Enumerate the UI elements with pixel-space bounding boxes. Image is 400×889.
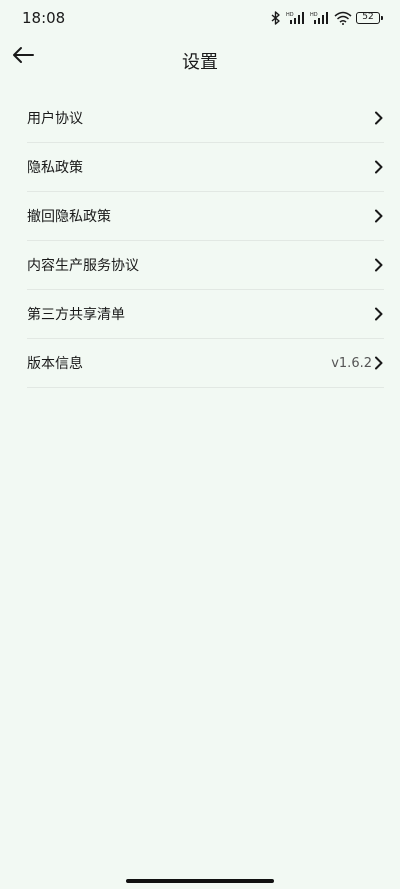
signal-hd-icon: HD [310, 11, 330, 25]
menu-item-label: 版本信息 [27, 356, 83, 372]
menu-item-label: 隐私政策 [27, 160, 83, 176]
chevron-right-icon [374, 307, 384, 321]
wifi-icon [334, 11, 352, 25]
page-title: 设置 [182, 52, 218, 73]
header: 设置 [0, 36, 400, 82]
chevron-right-icon [374, 209, 384, 223]
svg-text:HD: HD [286, 12, 294, 18]
chevron-right-icon [374, 356, 384, 370]
version-value: v1.6.2 [331, 355, 372, 371]
bluetooth-icon [270, 11, 282, 25]
status-bar: 18:08 HD HD 52 [0, 0, 400, 36]
menu-item-label: 内容生产服务协议 [27, 258, 139, 274]
svg-text:HD: HD [310, 12, 318, 18]
menu-item-label: 第三方共享清单 [27, 307, 125, 323]
menu-item-user-agreement[interactable]: 用户协议 [27, 94, 384, 143]
chevron-right-icon [374, 160, 384, 174]
home-indicator[interactable] [126, 879, 274, 883]
settings-menu-list: 用户协议 隐私政策 撤回隐私政策 内容生产服务协议 第三方共享清单 版本信息 v… [27, 94, 384, 388]
menu-item-label: 用户协议 [27, 111, 83, 127]
chevron-right-icon [374, 111, 384, 125]
menu-item-privacy-policy[interactable]: 隐私政策 [27, 143, 384, 192]
menu-item-revoke-privacy-policy[interactable]: 撤回隐私政策 [27, 192, 384, 241]
signal-hd-icon: HD [286, 11, 306, 25]
battery-icon: 52 [356, 12, 383, 24]
status-time: 18:08 [22, 9, 66, 27]
menu-item-third-party-sharing-list[interactable]: 第三方共享清单 [27, 290, 384, 339]
menu-item-content-service-agreement[interactable]: 内容生产服务协议 [27, 241, 384, 290]
chevron-right-icon [374, 258, 384, 272]
status-icons: HD HD 52 [270, 10, 383, 26]
menu-item-label: 撤回隐私政策 [27, 209, 111, 225]
menu-item-version-info[interactable]: 版本信息 v1.6.2 [27, 339, 384, 388]
